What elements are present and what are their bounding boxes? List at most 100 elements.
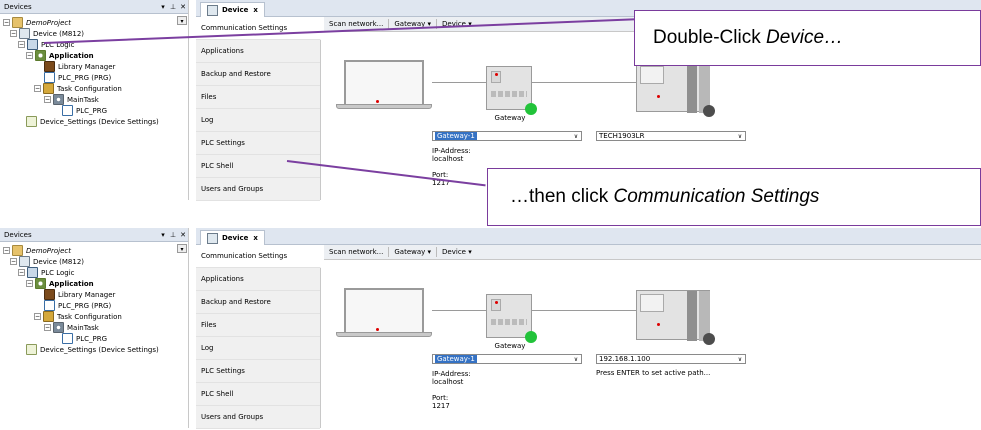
tree-item-maintask-plc-prg[interactable]: PLC_PRG	[62, 105, 107, 116]
callout-click-communication-settings: …then click Communication Settings	[487, 168, 981, 226]
tree-item-device-settings[interactable]: Device_Settings (Device Settings)	[26, 344, 159, 355]
collapse-icon[interactable]: −	[3, 247, 10, 254]
device-select-value: 192.168.1.100	[599, 355, 651, 363]
project-icon	[12, 17, 23, 28]
gateway-ports	[491, 91, 527, 97]
collapse-icon[interactable]: −	[10, 258, 17, 265]
collapse-icon[interactable]: −	[18, 269, 25, 276]
device-icon	[19, 28, 30, 39]
status-dot	[657, 323, 660, 326]
tree-item-application[interactable]: − Application	[26, 278, 94, 289]
callout-text: Double-Click	[653, 27, 766, 48]
collapse-icon[interactable]: −	[44, 324, 51, 331]
library-manager-icon	[44, 289, 55, 300]
tree-item-device[interactable]: − Device (M812)	[10, 256, 84, 267]
nav-users-groups[interactable]: Users and Groups	[196, 178, 320, 201]
pin-icon[interactable]: ⊥	[168, 3, 178, 11]
tree-item-plc-logic[interactable]: − PLC Logic	[18, 267, 75, 278]
scan-network-button[interactable]: Scan network...	[324, 20, 388, 28]
tree-item-device[interactable]: − Device (M812)	[10, 28, 84, 39]
connection-line	[432, 310, 486, 311]
nav-plc-settings[interactable]: PLC Settings	[196, 132, 320, 155]
collapse-icon[interactable]: −	[34, 85, 41, 92]
tree-item-maintask-plc-prg[interactable]: PLC_PRG	[62, 333, 107, 344]
device-menu[interactable]: Device ▾	[437, 248, 477, 256]
close-icon[interactable]: ✕	[178, 3, 188, 11]
nav-files[interactable]: Files	[196, 86, 320, 109]
collapse-icon[interactable]: −	[26, 52, 33, 59]
device-module	[687, 291, 697, 341]
chevron-down-icon[interactable]: ▾	[177, 244, 187, 253]
scan-network-button[interactable]: Scan network...	[324, 248, 388, 256]
device-icon	[19, 256, 30, 267]
gateway-select[interactable]: Gateway-1 ∨	[432, 354, 582, 364]
gateway-select[interactable]: Gateway-1 ∨	[432, 131, 582, 141]
tree-item-maintask[interactable]: − MainTask	[44, 322, 99, 333]
chevron-down-icon[interactable]: ∨	[571, 133, 581, 140]
comm-toolbar: Scan network... Gateway ▾ Device ▾	[324, 245, 981, 260]
tab-device[interactable]: Device x	[200, 230, 265, 245]
device-select[interactable]: TECH1903LR ∨	[596, 131, 746, 141]
task-config-icon	[43, 311, 54, 322]
tree-item-task-configuration[interactable]: − Task Configuration	[34, 311, 122, 322]
collapse-icon[interactable]: −	[3, 19, 10, 26]
callout-double-click-device: Double-Click Device…	[634, 10, 981, 66]
dropdown-icon[interactable]: ▾	[158, 231, 168, 239]
chevron-down-icon[interactable]: ▾	[177, 16, 187, 25]
nav-backup-restore[interactable]: Backup and Restore	[196, 63, 320, 86]
collapse-icon[interactable]: −	[34, 313, 41, 320]
nav-log[interactable]: Log	[196, 109, 320, 132]
tree-item-project[interactable]: − DemoProject	[3, 245, 71, 256]
tree-item-maintask[interactable]: − MainTask	[44, 94, 99, 105]
tree-item-device-settings[interactable]: Device_Settings (Device Settings)	[26, 116, 159, 127]
gateway-select-value: Gateway-1	[435, 132, 477, 140]
plc-device-icon[interactable]	[636, 62, 715, 117]
tree-item-label: DemoProject	[26, 246, 72, 255]
chevron-down-icon[interactable]: ∨	[735, 133, 745, 140]
device-select[interactable]: 192.168.1.100 ∨	[596, 354, 746, 364]
nav-plc-shell[interactable]: PLC Shell	[196, 155, 320, 178]
dropdown-icon[interactable]: ▾	[158, 3, 168, 11]
tab-label: Device	[222, 6, 249, 14]
plc-device-icon[interactable]	[636, 290, 715, 345]
close-icon[interactable]: x	[253, 234, 258, 242]
close-icon[interactable]: ✕	[178, 231, 188, 239]
nav-files[interactable]: Files	[196, 314, 320, 337]
pin-icon[interactable]: ⊥	[168, 231, 178, 239]
nav-log[interactable]: Log	[196, 337, 320, 360]
tab-device[interactable]: Device x	[200, 2, 265, 17]
device-select-value: TECH1903LR	[599, 132, 645, 140]
collapse-icon[interactable]: −	[18, 41, 25, 48]
nav-backup-restore[interactable]: Backup and Restore	[196, 291, 320, 314]
tree-item-library-manager[interactable]: Library Manager	[44, 289, 115, 300]
program-icon	[44, 300, 55, 311]
gateway-menu[interactable]: Gateway ▾	[389, 248, 436, 256]
gateway-icon[interactable]	[486, 66, 537, 115]
tree-item-task-configuration[interactable]: − Task Configuration	[34, 83, 122, 94]
project-icon	[12, 245, 23, 256]
device-display	[640, 66, 664, 84]
collapse-icon[interactable]: −	[10, 30, 17, 37]
nav-plc-shell[interactable]: PLC Shell	[196, 383, 320, 406]
device-nav: Communication Settings Applications Back…	[196, 245, 321, 429]
tree-item-application[interactable]: − Application	[26, 50, 94, 61]
close-icon[interactable]: x	[253, 6, 258, 14]
settings-icon	[26, 344, 37, 355]
gateway-icon[interactable]	[486, 294, 537, 343]
tree-item-library-manager[interactable]: Library Manager	[44, 61, 115, 72]
tree-item-label: Device_Settings (Device Settings)	[40, 117, 159, 126]
tree-item-plc-prg[interactable]: PLC_PRG (PRG)	[44, 72, 111, 83]
chevron-down-icon[interactable]: ∨	[735, 356, 745, 363]
chevron-down-icon[interactable]: ∨	[571, 356, 581, 363]
nav-applications[interactable]: Applications	[196, 40, 320, 63]
collapse-icon[interactable]: −	[44, 96, 51, 103]
nav-communication-settings[interactable]: Communication Settings	[196, 245, 321, 268]
nav-users-groups[interactable]: Users and Groups	[196, 406, 320, 429]
screenshot-after: Devices ▾ ⊥ ✕ ▾ − DemoProject − Device (…	[0, 228, 981, 429]
collapse-icon[interactable]: −	[26, 280, 33, 287]
tree-item-label: Application	[49, 51, 94, 60]
tree-item-project[interactable]: − DemoProject	[3, 17, 71, 28]
nav-plc-settings[interactable]: PLC Settings	[196, 360, 320, 383]
tree-item-plc-prg[interactable]: PLC_PRG (PRG)	[44, 300, 111, 311]
nav-applications[interactable]: Applications	[196, 268, 320, 291]
